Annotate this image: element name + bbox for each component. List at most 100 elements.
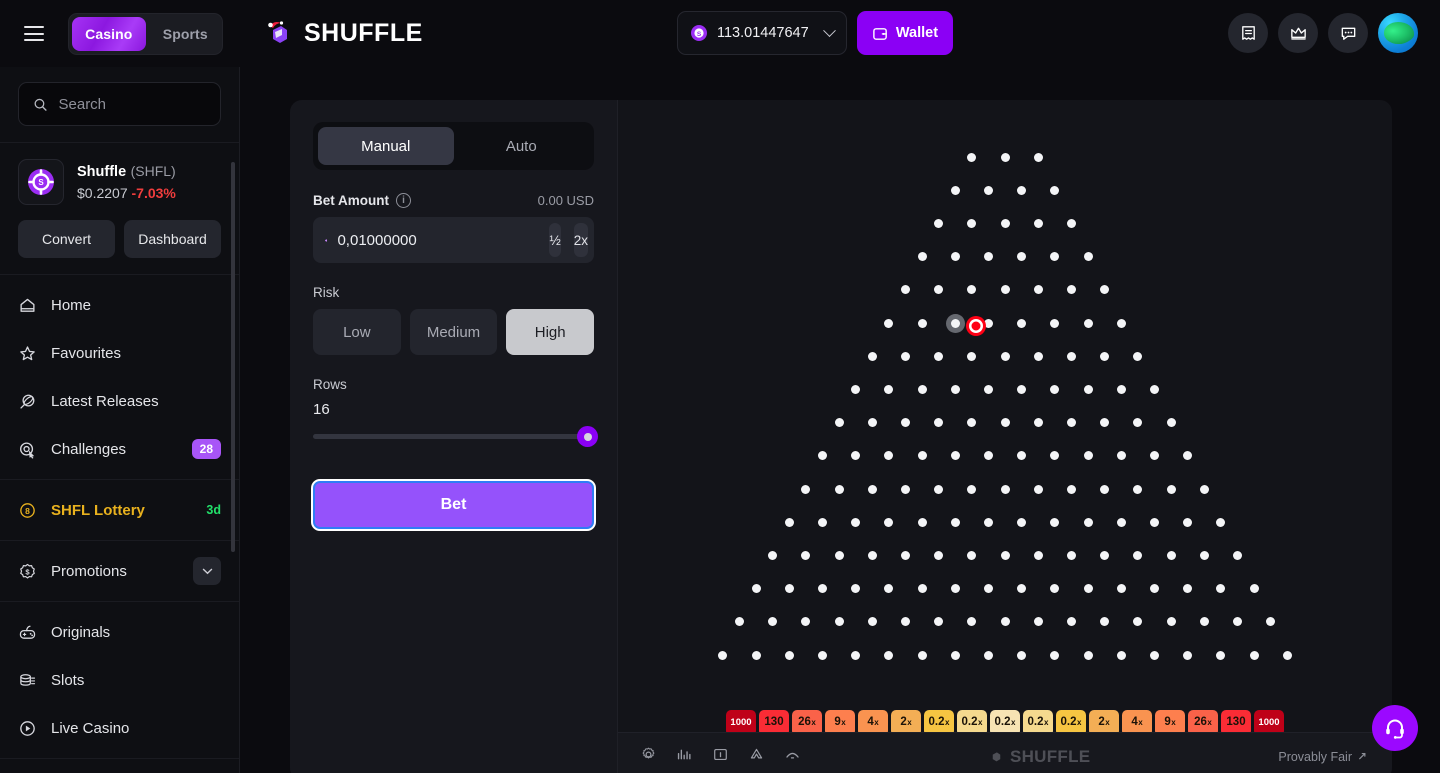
search-input[interactable] (58, 95, 206, 113)
promotions-expand-button[interactable] (193, 557, 221, 585)
peg (1100, 617, 1110, 627)
bet-amount-field[interactable]: S ½ 2x (313, 217, 594, 263)
vip-crown-button[interactable] (1278, 13, 1318, 53)
sidebar-item-live-casino[interactable]: Live Casino (0, 704, 239, 752)
peg (1149, 384, 1159, 394)
peg (1100, 550, 1110, 560)
peg (1232, 617, 1242, 627)
sidebar-item-slots[interactable]: Slots (0, 656, 239, 704)
nav-group-promotions: $ Promotions (0, 541, 239, 602)
menu-toggle-button[interactable] (0, 0, 68, 67)
peg (983, 318, 993, 328)
provably-fair-link[interactable]: Provably Fair (1278, 750, 1370, 764)
info-icon[interactable]: i (396, 193, 411, 208)
peg (1017, 650, 1027, 660)
chevron-down-icon (823, 23, 836, 37)
peg (851, 517, 861, 527)
token-section: S Shuffle (SHFL) $0.2207 -7.03% Convert … (0, 143, 239, 275)
peg (1116, 451, 1126, 461)
sidebar-item-home[interactable]: Home (0, 281, 239, 329)
peg (967, 351, 977, 361)
half-bet-button[interactable]: ½ (549, 223, 561, 257)
peg (1000, 418, 1010, 428)
plinko-game: Manual Auto Bet Amount i 0.00 USD S ½ (290, 100, 1392, 773)
peg (983, 517, 993, 527)
token-name: Shuffle (77, 164, 127, 180)
tab-auto[interactable]: Auto (454, 127, 590, 165)
user-avatar[interactable] (1378, 13, 1418, 53)
peg (1100, 285, 1110, 295)
peg (1116, 584, 1126, 594)
hotkeys-button[interactable] (748, 746, 765, 768)
double-bet-button[interactable]: 2x (573, 223, 588, 257)
peg (1066, 484, 1076, 494)
sidebar-item-originals[interactable]: Originals (0, 608, 239, 656)
peg (1050, 451, 1060, 461)
tab-manual[interactable]: Manual (318, 127, 454, 165)
bet-amount-label-wrap: Bet Amount i (313, 193, 411, 208)
statistics-button[interactable] (676, 746, 693, 768)
sidebar-item-favourites[interactable]: Favourites (0, 329, 239, 377)
peg (967, 550, 977, 560)
bet-button[interactable]: Bet (313, 481, 594, 529)
game-info-button[interactable] (712, 746, 729, 768)
dashboard-button[interactable]: Dashboard (124, 220, 221, 258)
chat-button[interactable] (1328, 13, 1368, 53)
theatre-mode-icon (786, 752, 799, 758)
sidebar-scrollbar[interactable] (231, 162, 235, 552)
sidebar-item-challenges[interactable]: Challenges 28 (0, 425, 239, 473)
promo-badge-icon: $ (20, 563, 35, 579)
tab-casino[interactable]: Casino (72, 16, 146, 51)
sidebar: S Shuffle (SHFL) $0.2207 -7.03% Convert … (0, 67, 240, 773)
search-icon (34, 98, 47, 111)
peg (1033, 617, 1043, 627)
peg (1017, 318, 1027, 328)
bet-amount-input[interactable] (337, 231, 537, 249)
peg (967, 617, 977, 627)
peg (917, 650, 927, 660)
peg (851, 384, 861, 394)
risk-medium-button[interactable]: Medium (409, 309, 498, 355)
challenges-badge: 28 (191, 439, 221, 459)
peg (1083, 384, 1093, 394)
search-box[interactable] (18, 82, 221, 126)
sidebar-label: Originals (51, 623, 111, 641)
target-cursor-icon (19, 441, 35, 459)
risk-label: Risk (313, 285, 340, 300)
peg (718, 650, 728, 660)
peg (983, 584, 993, 594)
settings-gear-button[interactable] (640, 746, 657, 768)
peg (834, 617, 844, 627)
peg (934, 617, 944, 627)
tab-sports[interactable]: Sports (149, 14, 223, 54)
sidebar-item-promotions[interactable]: $ Promotions (0, 547, 239, 595)
peg (1000, 550, 1010, 560)
risk-high-button[interactable]: High (506, 309, 595, 355)
rows-slider[interactable] (313, 426, 598, 447)
token-delta: -7.03% (131, 185, 176, 201)
wallet-button[interactable]: Wallet (857, 11, 953, 55)
brand-logo[interactable]: SHUFFLE (265, 19, 423, 49)
sidebar-label: Favourites (51, 344, 122, 362)
peg (1166, 418, 1176, 428)
sidebar-label: SHFL Lottery (51, 501, 145, 519)
risk-low-button[interactable]: Low (313, 309, 401, 355)
peg (950, 384, 960, 394)
convert-button[interactable]: Convert (18, 220, 115, 258)
balance-selector[interactable]: S 113.01447647 (677, 11, 847, 55)
theatre-mode-button[interactable] (784, 746, 801, 768)
peg (900, 617, 910, 627)
peg (1282, 650, 1292, 660)
peg (1083, 451, 1093, 461)
bets-receipt-button[interactable] (1228, 13, 1268, 53)
rows-slider-handle[interactable] (577, 426, 598, 447)
peg (1066, 418, 1076, 428)
casino-sports-switch: Casino Sports (68, 12, 223, 55)
sidebar-item-latest-releases[interactable]: Latest Releases (0, 377, 239, 425)
sidebar-item-shfl-lottery[interactable]: 8 SHFL Lottery 3d (0, 486, 239, 534)
chevron-down-icon (202, 568, 212, 574)
peg (1166, 484, 1176, 494)
peg (1033, 484, 1043, 494)
peg (950, 584, 960, 594)
support-button[interactable] (1372, 705, 1418, 751)
